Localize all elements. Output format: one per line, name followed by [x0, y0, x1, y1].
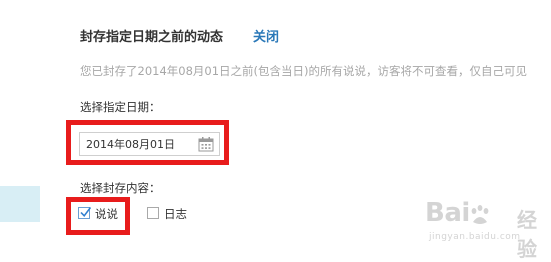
dialog-title: 封存指定日期之前的动态: [80, 30, 224, 45]
close-link[interactable]: 关闭: [253, 26, 279, 45]
date-label: 选择指定日期：: [80, 100, 161, 114]
shuoshuo-label: 说说: [95, 207, 118, 221]
watermark-brand: Bai: [425, 198, 470, 228]
date-field[interactable]: [79, 132, 220, 156]
side-panel: [0, 186, 40, 222]
rizhi-checkbox[interactable]: [147, 207, 159, 219]
shuoshuo-checkbox[interactable]: [78, 207, 91, 219]
rizhi-label: 日志: [164, 207, 187, 221]
calendar-icon[interactable]: [198, 137, 214, 152]
baidu-watermark: Bai 经验 jingyan.baidu.com: [425, 198, 537, 261]
baidu-paw-icon: [471, 205, 489, 224]
watermark-url: jingyan.baidu.com: [429, 232, 521, 242]
content-label: 选择封存内容：: [80, 181, 161, 195]
checkmark-icon: [80, 207, 91, 218]
archive-description: 您已封存了2014年08月01日之前(包含当日)的所有说说，访客将不可查看，仅自…: [80, 64, 528, 78]
date-input[interactable]: [86, 136, 198, 152]
